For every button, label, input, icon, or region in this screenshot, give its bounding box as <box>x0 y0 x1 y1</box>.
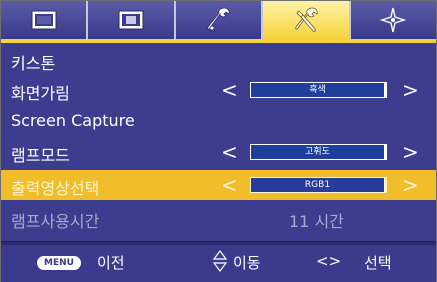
left-arrow-icon[interactable]: < <box>221 173 238 197</box>
value-box: 고휘도 <box>250 144 387 160</box>
value-box: 흑색 <box>250 82 387 98</box>
value-box: RGB1 <box>250 177 387 193</box>
footer-move-label: 이동 <box>233 254 261 272</box>
footer-divider <box>1 242 436 245</box>
menu-item-lamp-mode[interactable]: 램프모드 < 고휘도 > <box>1 137 436 167</box>
tab-screen[interactable] <box>88 1 176 39</box>
tab-options[interactable] <box>263 1 351 39</box>
left-arrow-icon[interactable]: < <box>221 140 238 164</box>
menu-item-lamp-hours: 램프사용시간 11 시간 <box>1 203 436 233</box>
menu-item-label: 화면가림 <box>11 84 70 103</box>
menu-item-blank[interactable]: 화면가림 < 흑색 > <box>1 75 436 105</box>
left-right-arrow-icon: <> <box>316 252 342 270</box>
menu-list: 키스톤 화면가림 < 흑색 > Screen Capture 램프모드 < 고휘… <box>1 43 436 241</box>
menu-item-keystone[interactable]: 키스톤 <box>1 45 436 75</box>
menu-item-label: Screen Capture <box>11 111 135 130</box>
menu-item-output-select[interactable]: 출력영상선택 < RGB1 > <box>1 170 436 200</box>
tab-input[interactable] <box>350 1 437 39</box>
tab-settings[interactable] <box>175 1 264 39</box>
left-arrow-icon[interactable]: < <box>221 78 238 102</box>
projector-osd-menu: 키스톤 화면가림 < 흑색 > Screen Capture 램프모드 < 고휘… <box>0 0 437 282</box>
right-arrow-icon[interactable]: > <box>402 140 419 164</box>
footer-select-label: 선택 <box>364 254 392 272</box>
key-guide-footer: MENU 이전 이동 <> 선택 <box>1 241 436 282</box>
tab-picture[interactable] <box>1 1 89 39</box>
footer-prev-label: 이전 <box>97 254 125 272</box>
screen-icon <box>118 10 144 30</box>
menu-item-label: 램프사용시간 <box>11 212 100 231</box>
menu-tab-bar <box>1 1 437 39</box>
compass-icon <box>380 7 407 33</box>
picture-icon <box>31 10 57 30</box>
right-arrow-icon[interactable]: > <box>402 173 419 197</box>
tools-icon <box>295 7 318 32</box>
menu-item-screen-capture[interactable]: Screen Capture <box>1 106 436 136</box>
up-down-arrow-icon <box>213 250 227 272</box>
menu-key-badge: MENU <box>37 256 81 270</box>
wrench-icon <box>206 7 230 31</box>
lamp-hours-value: 11 시간 <box>289 212 344 231</box>
right-arrow-icon[interactable]: > <box>402 78 419 102</box>
menu-item-label: 출력영상선택 <box>11 179 100 198</box>
menu-item-label: 램프모드 <box>11 146 70 165</box>
menu-item-label: 키스톤 <box>11 54 56 73</box>
